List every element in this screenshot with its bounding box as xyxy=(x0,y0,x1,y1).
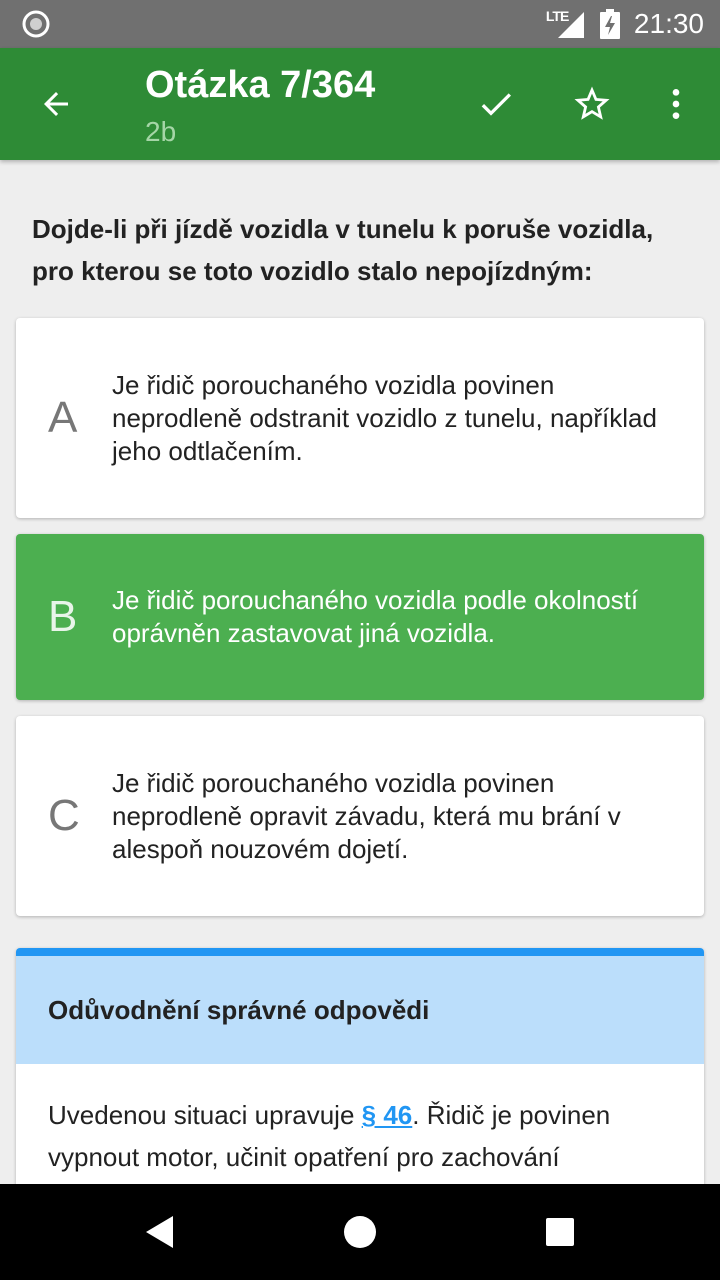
answer-letter: B xyxy=(48,592,78,641)
nav-recents-button[interactable] xyxy=(530,1202,590,1262)
check-icon xyxy=(481,93,511,116)
page-subtitle: 2b xyxy=(145,116,177,147)
question-text: Dojde-li při jízdě vozidla v tunelu k po… xyxy=(32,214,654,286)
app-bar: Otázka 7/364 2b xyxy=(0,48,720,160)
explanation-text: Uvedenou situaci upravuje xyxy=(48,1100,362,1130)
explanation-body: Uvedenou situaci upravuje § 46. Řidič je… xyxy=(16,1064,704,1178)
page-title: Otázka 7/364 xyxy=(145,64,376,106)
nav-back-icon xyxy=(146,1216,173,1248)
answer-text: Je řidič porouchaného vozidla povinen ne… xyxy=(112,767,621,864)
answer-letter: C xyxy=(48,791,80,840)
battery-charging-icon xyxy=(599,9,620,39)
check-button[interactable] xyxy=(468,76,524,132)
status-bar: LTE 21:30 xyxy=(0,0,720,48)
explanation-header: Odůvodnění správné odpovědi xyxy=(16,948,704,1064)
more-vert-icon xyxy=(672,89,680,119)
star-outline-icon xyxy=(574,86,610,120)
answer-text: Je řidič porouchaného vozidla povinen ne… xyxy=(112,369,657,466)
content-area[interactable]: Dojde-li při jízdě vozidla v tunelu k po… xyxy=(0,160,720,1184)
more-options-button[interactable] xyxy=(648,76,704,132)
explanation-title: Odůvodnění správné odpovědi xyxy=(48,994,430,1025)
answer-text: Je řidič porouchaného vozidla podle okol… xyxy=(112,585,639,648)
nav-home-button[interactable] xyxy=(330,1202,390,1262)
answer-option-a[interactable]: A Je řidič porouchaného vozidla povinen … xyxy=(16,318,704,518)
back-button[interactable] xyxy=(28,76,84,132)
clock: 21:30 xyxy=(633,8,704,39)
navigation-bar xyxy=(0,1184,720,1280)
nav-back-button[interactable] xyxy=(130,1202,190,1262)
answer-option-b[interactable]: B Je řidič porouchaného vozidla podle ok… xyxy=(16,534,704,700)
answer-letter: A xyxy=(48,393,78,442)
signal-icon: LTE xyxy=(546,8,586,40)
law-link[interactable]: § 46 xyxy=(362,1100,413,1130)
answer-option-c[interactable]: C Je řidič porouchaného vozidla povinen … xyxy=(16,716,704,916)
nav-home-icon xyxy=(344,1216,376,1248)
favorite-button[interactable] xyxy=(564,76,620,132)
record-icon xyxy=(22,10,50,38)
explanation-card: Odůvodnění správné odpovědi Uvedenou sit… xyxy=(16,948,704,1184)
nav-recents-icon xyxy=(546,1218,574,1246)
arrow-back-icon xyxy=(44,92,68,116)
